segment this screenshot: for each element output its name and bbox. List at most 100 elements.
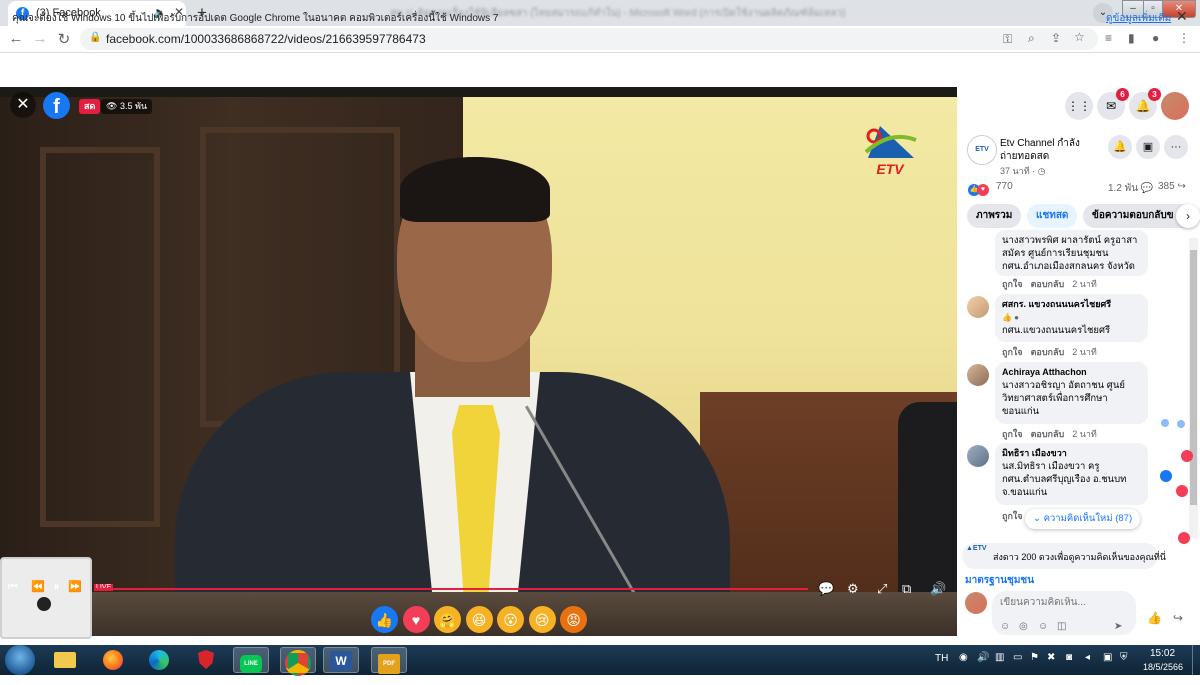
- side-panel-icon[interactable]: ▮: [1128, 31, 1135, 45]
- commenter-name[interactable]: Achiraya Atthachon: [1002, 366, 1141, 379]
- clock-time[interactable]: 15:02: [1150, 648, 1175, 659]
- start-button[interactable]: [5, 645, 35, 675]
- bookmark-star-icon[interactable]: ☆: [1074, 30, 1085, 44]
- edge-icon[interactable]: [141, 647, 177, 673]
- like-react-icon[interactable]: 👍: [1147, 611, 1162, 625]
- live-video[interactable]: ETV: [0, 87, 957, 636]
- tray-shield-icon[interactable]: ⛨: [1120, 652, 1128, 663]
- forward-icon[interactable]: →: [30, 30, 50, 47]
- page-name[interactable]: Etv Channel กำลังถ่ายทอดสด: [1000, 137, 1085, 163]
- messenger-icon[interactable]: ✉ 6: [1097, 88, 1129, 120]
- tray-flag-icon[interactable]: ⚑: [1030, 652, 1039, 663]
- angry-reaction-icon[interactable]: 😡: [560, 606, 587, 633]
- language-indicator[interactable]: TH: [935, 653, 948, 664]
- menu-grid-icon[interactable]: ⋮⋮: [1065, 92, 1093, 120]
- commenter-avatar[interactable]: [967, 364, 989, 386]
- chat-scrollbar-thumb[interactable]: [1190, 250, 1197, 505]
- comment-like-link[interactable]: ถูกใจ: [1002, 347, 1023, 357]
- reload-icon[interactable]: ↻: [54, 30, 74, 48]
- like-reaction-icon[interactable]: 👍: [371, 606, 398, 633]
- key-icon[interactable]: ⚿: [1003, 32, 1012, 47]
- caption-icon[interactable]: 💬: [818, 581, 834, 597]
- page-avatar[interactable]: ETV: [967, 135, 997, 165]
- sad-reaction-icon[interactable]: 😢: [528, 606, 556, 633]
- lock-icon[interactable]: 🔒: [89, 32, 101, 43]
- pause-icon[interactable]: ⏸: [54, 581, 60, 593]
- save-icon[interactable]: ▣: [1136, 135, 1160, 159]
- fullscreen-icon[interactable]: ⤢: [877, 581, 887, 597]
- tray-line-icon[interactable]: ▣: [1103, 652, 1112, 663]
- commenter-name[interactable]: ศสกร. แขวงถนนนครไชยศรี: [1002, 298, 1141, 311]
- comment-input[interactable]: [1000, 597, 1120, 608]
- send-icon[interactable]: ➤: [1114, 621, 1122, 632]
- info-bar-close-icon[interactable]: ✕: [1176, 8, 1188, 25]
- chrome-icon[interactable]: [280, 647, 316, 676]
- settings-gear-icon[interactable]: ⚙: [847, 581, 859, 597]
- comment-reply-link[interactable]: ตอบกลับ: [1031, 429, 1065, 439]
- camera-icon[interactable]: ◎: [1019, 621, 1028, 632]
- community-standards-link[interactable]: มาตรฐานชุมชน: [965, 573, 1034, 588]
- rewind-icon[interactable]: ⏪: [31, 581, 45, 593]
- comment-like-link[interactable]: ถูกใจ: [1002, 429, 1023, 439]
- url-text[interactable]: facebook.com/100033686868722/videos/2166…: [106, 32, 426, 46]
- facebook-logo-icon[interactable]: f: [43, 92, 70, 119]
- comment-reply-link[interactable]: ตอบกลับ: [1031, 279, 1065, 289]
- notify-bell-icon[interactable]: 🔔: [1108, 135, 1132, 159]
- profile-icon[interactable]: ●: [1152, 31, 1159, 45]
- commenter-avatar[interactable]: [967, 445, 989, 467]
- firefox-icon[interactable]: [95, 647, 131, 673]
- tabs-next-chevron-icon[interactable]: ›: [1176, 204, 1200, 228]
- care-reaction-icon[interactable]: 🤗: [434, 606, 461, 633]
- tray-speaker-icon[interactable]: ◂: [1085, 652, 1090, 663]
- tray-monitor-icon[interactable]: ▭: [1013, 652, 1022, 663]
- reaction-summary-icons[interactable]: 👍 ♥: [968, 180, 989, 196]
- account-avatar[interactable]: [1161, 92, 1189, 120]
- gif-sticker-icon[interactable]: ◫: [1057, 621, 1066, 632]
- emoji-icon[interactable]: ☺: [1038, 621, 1048, 632]
- commenter-avatar[interactable]: [967, 296, 989, 318]
- line-app-icon[interactable]: LINE: [233, 647, 269, 673]
- my-avatar[interactable]: [965, 592, 987, 614]
- tab-live-chat[interactable]: แชทสด: [1027, 204, 1078, 228]
- comment-count[interactable]: 1.2 พัน 💬: [1108, 181, 1153, 196]
- comment-reply-link[interactable]: ตอบกลับ: [1031, 347, 1065, 357]
- tray-volume-icon[interactable]: 🔊: [977, 652, 989, 663]
- notifications-bell-icon[interactable]: 🔔 3: [1129, 88, 1161, 120]
- love-reaction-icon[interactable]: ♥: [402, 606, 430, 633]
- pdf-icon[interactable]: PDF: [371, 647, 407, 674]
- learn-more-link[interactable]: ดูข้อมูลเพิ่มเติม: [1106, 11, 1171, 26]
- back-icon[interactable]: ←: [6, 30, 26, 47]
- avatar-sticker-icon[interactable]: ☺: [1000, 621, 1010, 632]
- forward-icon-video[interactable]: ⏩: [68, 581, 82, 593]
- tray-network-icon[interactable]: ▥: [995, 652, 1004, 663]
- menu-kebab-icon[interactable]: ⋮: [1178, 31, 1190, 45]
- tray-app-icon[interactable]: ✖: [1047, 652, 1055, 663]
- reaction-count[interactable]: 770: [996, 181, 1013, 192]
- new-comments-button[interactable]: ⌄ ความคิดเห็นใหม่ (87): [1025, 509, 1141, 529]
- close-video-icon[interactable]: ✕: [10, 92, 36, 118]
- tray-camera-icon[interactable]: ◙: [1066, 652, 1072, 663]
- explorer-icon[interactable]: [47, 647, 83, 673]
- volume-icon[interactable]: 🔊: [930, 581, 946, 597]
- comment-like-link[interactable]: ถูกใจ: [1002, 511, 1023, 521]
- share-count[interactable]: 385 ↪: [1158, 181, 1186, 192]
- more-options-icon[interactable]: ···: [1164, 135, 1188, 159]
- address-bar[interactable]: 🔒 facebook.com/100033686868722/videos/21…: [80, 28, 1098, 50]
- skip-back-icon[interactable]: ⏮: [8, 581, 18, 593]
- word-icon[interactable]: W: [323, 647, 359, 673]
- zoom-icon[interactable]: ⌕: [1028, 31, 1035, 46]
- clock-date[interactable]: 18/5/2566: [1143, 662, 1183, 672]
- tab-overview[interactable]: ภาพรวม: [967, 204, 1022, 228]
- video-progress-bar[interactable]: [96, 588, 808, 590]
- show-desktop-button[interactable]: [1192, 645, 1200, 675]
- share-arrow-icon[interactable]: ↪: [1173, 611, 1183, 625]
- reading-list-icon[interactable]: ≡: [1105, 31, 1112, 45]
- pip-icon[interactable]: ⧉: [902, 581, 911, 597]
- commenter-name[interactable]: มิทธิรา เมืองขวา: [1002, 447, 1141, 460]
- comment-like-link[interactable]: ถูกใจ: [1002, 279, 1023, 289]
- wow-reaction-icon[interactable]: 😮: [497, 606, 524, 633]
- antivirus-shield-icon[interactable]: [188, 647, 224, 673]
- tray-chrome-icon[interactable]: ◉: [959, 652, 968, 663]
- haha-reaction-icon[interactable]: 😆: [465, 606, 493, 633]
- share-icon[interactable]: ⇪: [1051, 31, 1061, 45]
